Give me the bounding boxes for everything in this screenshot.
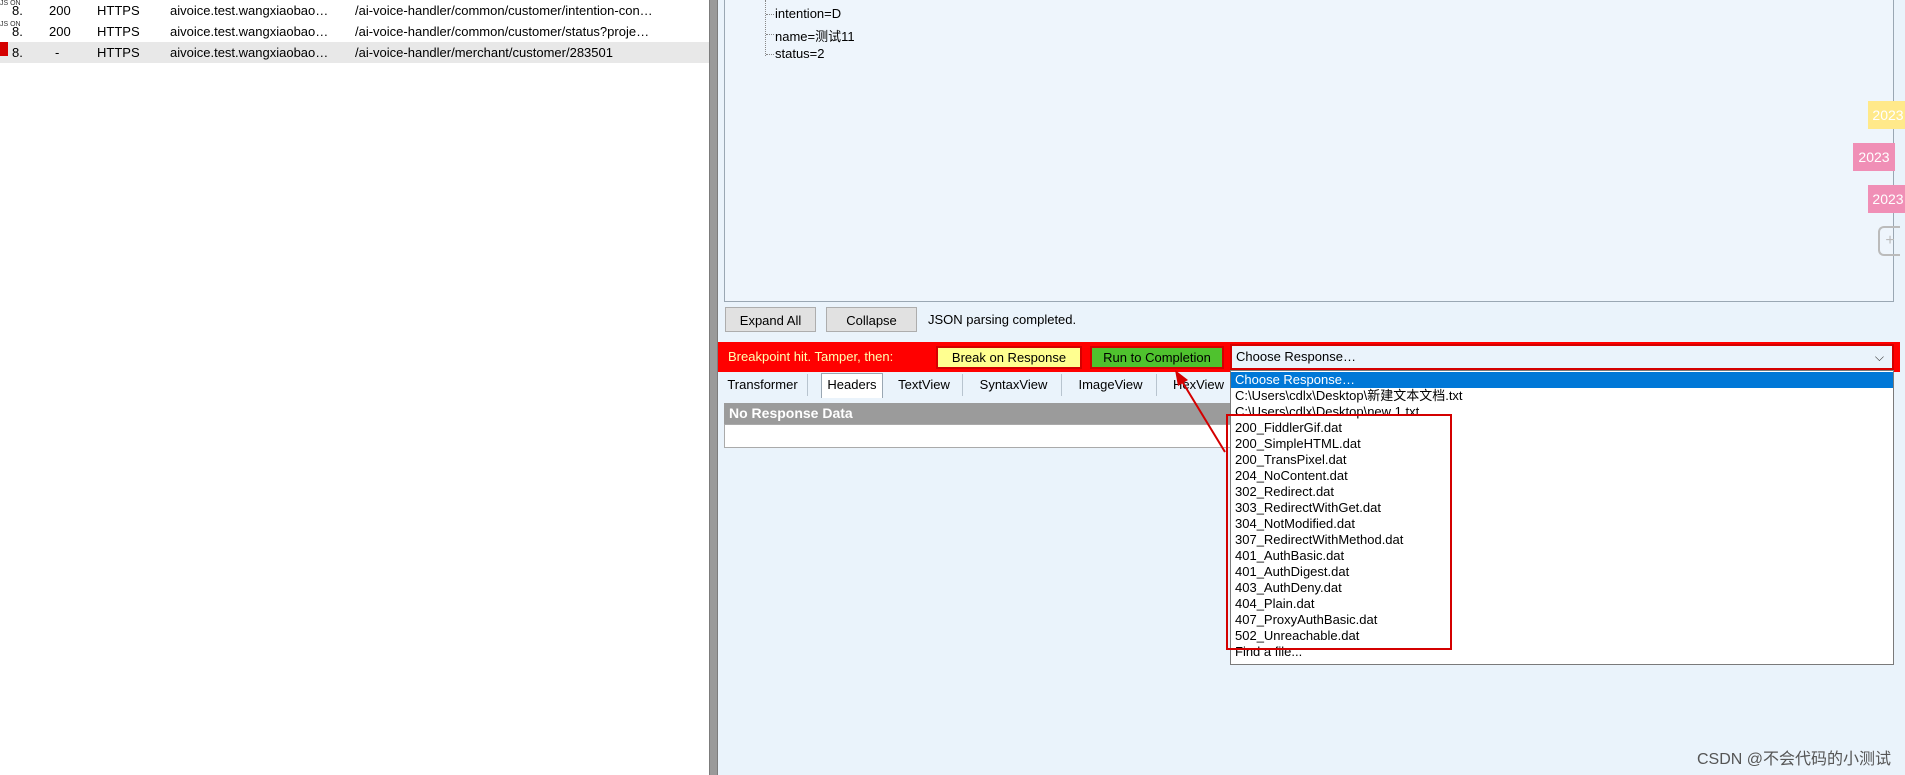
run-to-completion-button[interactable]: Run to Completion xyxy=(1090,346,1224,369)
pane-splitter[interactable] xyxy=(709,0,718,775)
tree-node[interactable]: intention=D xyxy=(775,6,841,21)
dropdown-option[interactable]: 304_NotModified.dat xyxy=(1235,516,1355,532)
session-protocol: HTTPS xyxy=(97,3,140,18)
response-body xyxy=(724,424,1234,448)
tab-hexview[interactable]: HexView xyxy=(1160,374,1238,396)
session-list: JS ON 8. 200 HTTPS aivoice.test.wangxiao… xyxy=(0,0,709,775)
dropdown-option[interactable]: C:\Users\cdlx\Desktop\新建文本文档.txt xyxy=(1235,388,1463,404)
session-row[interactable]: JS ON 8. 200 HTTPS aivoice.test.wangxiao… xyxy=(0,21,709,42)
session-host: aivoice.test.wangxiaobao… xyxy=(170,24,329,39)
tree-node[interactable]: name=测试11 xyxy=(775,26,855,45)
session-host: aivoice.test.wangxiaobao… xyxy=(170,45,329,60)
session-row[interactable]: JS ON 8. 200 HTTPS aivoice.test.wangxiao… xyxy=(0,0,709,21)
tab-transformer[interactable]: Transformer xyxy=(718,374,808,396)
tab-textview[interactable]: TextView xyxy=(886,374,963,396)
select-value: Choose Response… xyxy=(1236,349,1356,364)
note-tag: 2023 xyxy=(1868,185,1905,213)
session-result: 200 xyxy=(49,3,71,18)
tree-connector xyxy=(766,34,774,35)
note-tag: 2023 xyxy=(1853,143,1895,171)
json-icon: JS ON xyxy=(0,21,21,28)
dropdown-option[interactable]: 200_TransPixel.dat xyxy=(1235,452,1347,468)
break-on-response-button[interactable]: Break on Response xyxy=(936,346,1082,369)
session-url: /ai-voice-handler/common/customer/intent… xyxy=(355,3,653,18)
tab-imageview[interactable]: ImageView xyxy=(1065,374,1157,396)
dropdown-option-selected[interactable]: Choose Response… xyxy=(1231,372,1893,388)
note-tag: 2023 xyxy=(1868,101,1905,129)
collapse-button[interactable]: Collapse xyxy=(826,307,917,332)
session-url: /ai-voice-handler/merchant/customer/2835… xyxy=(355,45,613,60)
session-number: 8. xyxy=(12,24,23,39)
choose-response-select[interactable]: Choose Response… ⌵ xyxy=(1230,344,1894,370)
json-tree-view: intention=D name=测试11 status=2 xyxy=(724,0,1894,302)
response-dropdown-list: Choose Response… C:\Users\cdlx\Desktop\新… xyxy=(1230,370,1894,665)
dropdown-option[interactable]: 204_NoContent.dat xyxy=(1235,468,1348,484)
dropdown-option[interactable]: Find a file... xyxy=(1235,644,1302,660)
session-number: 8. xyxy=(12,45,23,60)
dropdown-option[interactable]: 307_RedirectWithMethod.dat xyxy=(1235,532,1403,548)
session-protocol: HTTPS xyxy=(97,24,140,39)
session-result: 200 xyxy=(49,24,71,39)
session-number: 8. xyxy=(12,3,23,18)
dropdown-option[interactable]: 401_AuthBasic.dat xyxy=(1235,548,1344,564)
session-protocol: HTTPS xyxy=(97,45,140,60)
dropdown-option[interactable]: 403_AuthDeny.dat xyxy=(1235,580,1342,596)
add-note-icon[interactable]: + xyxy=(1878,226,1900,256)
breakpoint-icon xyxy=(0,42,8,56)
watermark: CSDN @不会代码的小测试 xyxy=(1696,751,1891,768)
dropdown-option[interactable]: 502_Unreachable.dat xyxy=(1235,628,1359,644)
dropdown-option[interactable]: 303_RedirectWithGet.dat xyxy=(1235,500,1381,516)
dropdown-option[interactable]: 401_AuthDigest.dat xyxy=(1235,564,1349,580)
expand-all-button[interactable]: Expand All xyxy=(725,307,816,332)
dropdown-option[interactable]: 404_Plain.dat xyxy=(1235,596,1315,612)
session-host: aivoice.test.wangxiaobao… xyxy=(170,3,329,18)
chevron-down-icon[interactable]: ⌵ xyxy=(1875,348,1884,366)
session-url: /ai-voice-handler/common/customer/status… xyxy=(355,24,650,39)
dropdown-option[interactable]: 200_SimpleHTML.dat xyxy=(1235,436,1361,452)
session-row-selected[interactable]: 8. - HTTPS aivoice.test.wangxiaobao… /ai… xyxy=(0,42,709,63)
dropdown-option[interactable]: C:\Users\cdlx\Desktop\new 1.txt xyxy=(1235,404,1419,420)
no-response-header: No Response Data xyxy=(724,403,1234,424)
response-tabs: Transformer Headers TextView SyntaxView … xyxy=(718,372,1238,398)
json-icon: JS ON xyxy=(0,0,21,7)
breakpoint-label: Breakpoint hit. Tamper, then: xyxy=(728,349,894,364)
dropdown-option[interactable]: 200_FiddlerGif.dat xyxy=(1235,420,1342,436)
tree-connector xyxy=(766,14,774,15)
dropdown-option[interactable]: 407_ProxyAuthBasic.dat xyxy=(1235,612,1377,628)
parse-status: JSON parsing completed. xyxy=(928,312,1077,327)
tree-node[interactable]: status=2 xyxy=(775,46,825,61)
tab-headers[interactable]: Headers xyxy=(821,373,883,398)
session-result: - xyxy=(55,45,60,60)
dropdown-option[interactable]: 302_Redirect.dat xyxy=(1235,484,1334,500)
tree-connector xyxy=(766,54,774,55)
tab-syntaxview[interactable]: SyntaxView xyxy=(966,374,1062,396)
tree-connector xyxy=(765,0,766,56)
